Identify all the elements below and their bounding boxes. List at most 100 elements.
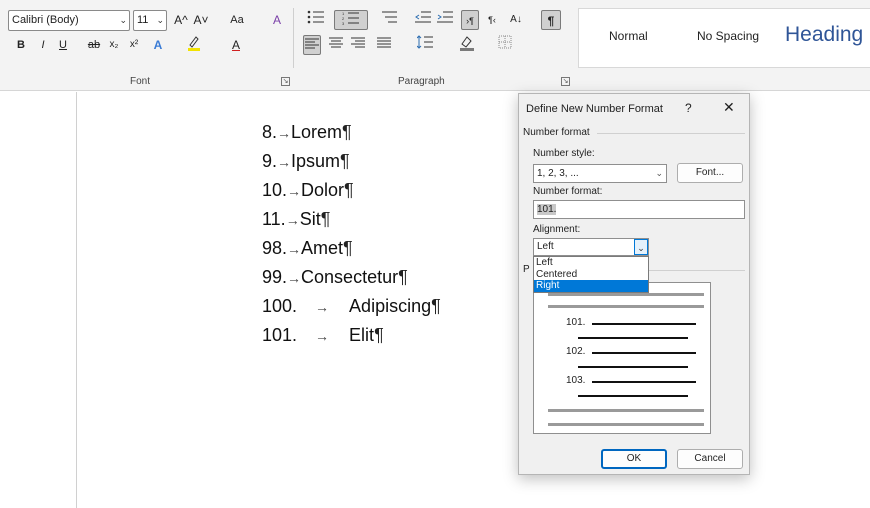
styles-gallery: Normal No Spacing Heading xyxy=(578,8,870,68)
rtl-icon[interactable]: ¶‹ xyxy=(483,10,501,30)
list-item[interactable]: 99.→Consectetur¶ xyxy=(262,267,408,288)
bold-button[interactable]: B xyxy=(14,35,28,55)
tab-mark: → xyxy=(315,299,330,315)
list-item[interactable]: 8.→Lorem¶ xyxy=(262,122,352,143)
preview-number: 102. xyxy=(566,346,586,357)
list-number: 100. xyxy=(262,296,298,316)
pilcrow-mark: ¶ xyxy=(398,267,408,287)
superscript-button[interactable]: x² xyxy=(126,35,142,55)
preview-line xyxy=(592,323,696,325)
style-normal[interactable]: Normal xyxy=(609,29,648,43)
alignment-dropdown-list: Left Centered Right xyxy=(533,256,649,293)
underline-button[interactable]: U xyxy=(56,35,70,55)
align-center-icon[interactable] xyxy=(327,35,345,55)
list-item[interactable]: 10.→Dolor¶ xyxy=(262,180,354,201)
pilcrow-mark: ¶ xyxy=(320,209,331,229)
number-format-label: Number format: xyxy=(533,186,603,197)
list-text: Adipiscing xyxy=(349,296,432,316)
list-item[interactable]: 100. → Adipiscing¶ xyxy=(262,296,441,317)
font-name-combo[interactable]: Calibri (Body) ⌄ xyxy=(8,10,130,31)
preview-number: 101. xyxy=(566,317,586,328)
svg-text:3: 3 xyxy=(342,21,345,25)
pilcrow-mark: ¶ xyxy=(340,151,350,171)
close-icon[interactable]: ✕ xyxy=(723,99,735,116)
chevron-down-icon[interactable]: ⌄ xyxy=(119,11,127,30)
list-text: Sit xyxy=(299,209,321,229)
style-heading[interactable]: Heading xyxy=(785,23,863,47)
text-effects-button[interactable]: A xyxy=(150,35,166,55)
tab-mark: → xyxy=(287,183,302,199)
pilcrow-mark: ¶ xyxy=(431,296,441,316)
alignment-select[interactable]: Left ⌄ xyxy=(533,238,649,256)
chevron-down-icon[interactable]: ⌄ xyxy=(655,165,663,182)
list-text: Lorem xyxy=(291,122,343,142)
style-no-spacing[interactable]: No Spacing xyxy=(697,29,759,43)
grow-font-button[interactable]: A^ xyxy=(173,10,189,30)
italic-button[interactable]: I xyxy=(36,35,50,55)
shading-icon[interactable] xyxy=(452,35,482,55)
number-format-input[interactable]: 101. xyxy=(533,200,745,219)
multilevel-list-icon[interactable] xyxy=(374,10,404,30)
list-item[interactable]: 98.→Amet¶ xyxy=(262,238,353,259)
chevron-down-icon[interactable]: ⌄ xyxy=(156,11,164,30)
decrease-indent-icon[interactable] xyxy=(414,10,432,30)
ok-button[interactable]: OK xyxy=(601,449,667,469)
preview-gray-line xyxy=(548,293,704,296)
list-number: 10. xyxy=(262,180,288,200)
list-item[interactable]: 11.→Sit¶ xyxy=(262,209,330,230)
align-left-icon[interactable] xyxy=(303,35,321,55)
list-number: 9. xyxy=(262,151,278,171)
preview-number: 103. xyxy=(566,375,586,386)
font-button[interactable]: Font... xyxy=(677,163,743,183)
preview-gray-line xyxy=(548,423,704,426)
shrink-font-button[interactable]: A˅ xyxy=(193,10,209,30)
preview-line xyxy=(578,366,688,368)
tab-mark: → xyxy=(315,328,330,344)
tab-mark: → xyxy=(277,125,292,141)
dialog-launcher-icon[interactable]: ↘ xyxy=(281,77,290,86)
ltr-icon[interactable]: ›¶ xyxy=(461,10,479,30)
cancel-button[interactable]: Cancel xyxy=(677,449,743,469)
list-text: Ipsum xyxy=(291,151,341,171)
list-number: 101. xyxy=(262,325,298,345)
list-item[interactable]: 101. → Elit¶ xyxy=(262,325,384,346)
tab-mark: → xyxy=(287,270,302,286)
show-marks-button[interactable]: ¶ xyxy=(541,10,561,30)
bullets-icon[interactable] xyxy=(301,10,331,30)
ribbon-divider xyxy=(293,8,294,68)
dialog-launcher-icon[interactable]: ↘ xyxy=(561,77,570,86)
number-style-select[interactable]: 1, 2, 3, ... ⌄ xyxy=(533,164,667,183)
chevron-down-icon[interactable]: ⌄ xyxy=(634,239,648,255)
list-number: 98. xyxy=(262,238,288,258)
page-margin xyxy=(76,92,77,508)
font-size-combo[interactable]: 11 ⌄ xyxy=(133,10,167,31)
section-divider xyxy=(649,270,745,271)
list-number: 11. xyxy=(262,209,286,229)
borders-icon[interactable] xyxy=(490,35,520,55)
justify-icon[interactable] xyxy=(371,35,397,55)
alignment-option-left[interactable]: Left xyxy=(534,257,648,269)
ribbon: Calibri (Body) ⌄ 11 ⌄ A^ A˅ Aa A B I U a… xyxy=(0,0,870,91)
alignment-value: Left xyxy=(537,241,554,252)
line-spacing-icon[interactable] xyxy=(412,35,438,55)
help-button[interactable]: ? xyxy=(685,101,692,115)
dialog-title: Define New Number Format xyxy=(526,103,663,115)
numbering-icon[interactable]: 123 xyxy=(334,10,368,30)
preview-line xyxy=(592,381,696,383)
list-number: 8. xyxy=(262,122,278,142)
subscript-button[interactable]: x₂ xyxy=(106,35,122,55)
alignment-option-centered[interactable]: Centered xyxy=(534,269,648,281)
list-number: 99. xyxy=(262,267,288,287)
increase-indent-icon[interactable] xyxy=(436,10,454,30)
highlighter-icon[interactable] xyxy=(186,35,202,55)
clear-format-button[interactable]: A xyxy=(268,10,286,30)
align-right-icon[interactable] xyxy=(349,35,367,55)
preview-box: 101. 102. 103. xyxy=(533,282,711,434)
font-color-button[interactable]: A xyxy=(228,35,244,55)
alignment-option-right[interactable]: Right xyxy=(534,280,648,292)
sort-button[interactable]: A↓ xyxy=(506,10,526,30)
change-case-button[interactable]: Aa xyxy=(224,10,250,30)
strikethrough-button[interactable]: ab xyxy=(86,35,102,55)
list-text: Elit xyxy=(349,325,375,345)
list-item[interactable]: 9.→Ipsum¶ xyxy=(262,151,350,172)
